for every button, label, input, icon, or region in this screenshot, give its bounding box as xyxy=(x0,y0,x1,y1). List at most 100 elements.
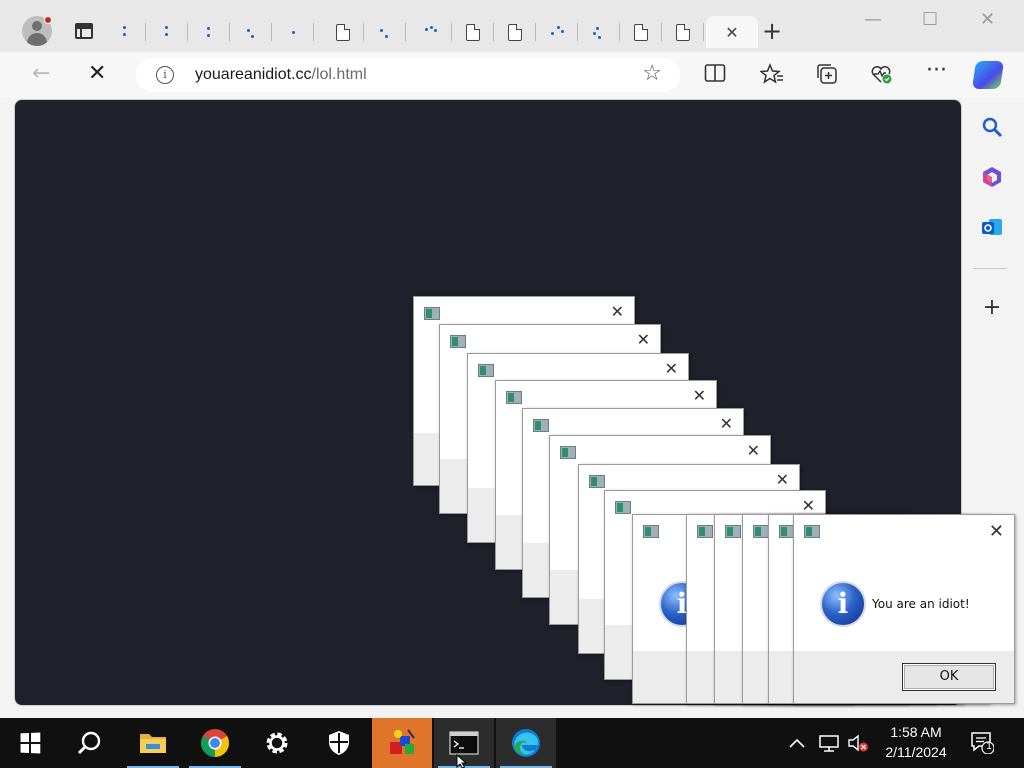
information-icon: i xyxy=(820,581,866,627)
dialog-message: You are an idiot! xyxy=(872,597,970,611)
close-icon[interactable]: ✕ xyxy=(693,387,706,405)
new-tab-button[interactable]: + xyxy=(762,19,782,43)
loading-spinner-icon xyxy=(201,24,217,40)
taskbar-clock[interactable]: 1:58 AM 2/11/2024 xyxy=(870,722,962,762)
app-window-icon xyxy=(533,419,549,432)
windows-security-icon xyxy=(329,731,349,755)
document-icon xyxy=(466,23,480,41)
browser-tab[interactable] xyxy=(494,16,536,48)
app-window-icon xyxy=(615,501,631,514)
browser-tab[interactable] xyxy=(188,16,230,48)
network-icon[interactable] xyxy=(818,718,840,768)
minimize-icon[interactable]: — xyxy=(864,10,882,30)
browser-tab[interactable] xyxy=(452,16,494,48)
stop-loading-icon[interactable]: ✕ xyxy=(88,61,106,87)
ok-button[interactable]: OK xyxy=(902,663,996,691)
close-icon[interactable]: ✕ xyxy=(776,471,789,489)
app-window-icon xyxy=(804,525,820,538)
taskbar-windows-security[interactable] xyxy=(309,718,369,768)
taskbar-search-button[interactable] xyxy=(60,718,120,768)
split-screen-icon[interactable] xyxy=(704,63,726,87)
window-close-icon[interactable]: ✕ xyxy=(980,10,995,30)
app-window-icon xyxy=(478,364,494,377)
app-window-icon xyxy=(753,525,769,538)
browser-tab[interactable] xyxy=(272,16,314,48)
taskbar-chrome[interactable] xyxy=(185,718,245,768)
search-icon[interactable] xyxy=(979,114,1005,140)
add-sidebar-app-icon[interactable]: + xyxy=(979,294,1005,320)
favorite-star-icon[interactable]: ☆ xyxy=(642,63,662,85)
maximize-icon[interactable]: ☐ xyxy=(922,10,938,30)
edge-icon xyxy=(512,729,540,757)
app-window-icon xyxy=(506,391,522,404)
loading-spinner-icon xyxy=(549,24,565,40)
terminal-icon xyxy=(449,731,479,755)
app-window-icon xyxy=(697,525,713,538)
loading-spinner-icon xyxy=(591,24,607,40)
app-window-icon xyxy=(589,475,605,488)
loading-spinner-icon xyxy=(159,24,175,40)
close-icon[interactable]: ✕ xyxy=(637,331,650,349)
settings-icon xyxy=(266,732,288,754)
outlook-icon[interactable] xyxy=(979,214,1005,240)
start-button[interactable] xyxy=(0,718,60,768)
browser-tab[interactable] xyxy=(410,16,452,48)
tab-actions-menu-icon[interactable] xyxy=(72,20,96,42)
dialog-footer: OK xyxy=(794,651,1014,703)
address-bar[interactable]: i youareanidiot.cc/lol.html ☆ xyxy=(136,58,680,92)
browser-tab[interactable] xyxy=(230,16,272,48)
close-icon[interactable]: ✕ xyxy=(747,442,760,460)
document-icon xyxy=(676,23,690,41)
windows-logo-icon xyxy=(20,732,41,754)
browser-toolbar: ← ✕ i youareanidiot.cc/lol.html ☆ ··· xyxy=(0,52,1024,98)
paint-app-icon xyxy=(390,729,415,754)
browser-essentials-icon[interactable] xyxy=(870,63,894,89)
dialog-close-icon[interactable]: ✕ xyxy=(989,523,1004,541)
notification-center-icon[interactable]: 1 xyxy=(970,730,995,755)
loading-spinner-icon xyxy=(285,24,301,40)
browser-tab[interactable] xyxy=(104,16,146,48)
app-window-icon xyxy=(725,525,741,538)
loading-spinner-icon xyxy=(117,24,133,40)
clock-date: 2/11/2024 xyxy=(885,744,947,760)
browser-tab[interactable] xyxy=(536,16,578,48)
document-icon xyxy=(508,23,522,41)
url-text[interactable]: youareanidiot.cc/lol.html xyxy=(195,66,367,84)
close-icon[interactable]: ✕ xyxy=(725,23,738,42)
more-options-icon[interactable]: ··· xyxy=(926,60,947,82)
app-window-icon xyxy=(450,335,466,348)
taskbar-file-explorer[interactable] xyxy=(123,718,183,768)
url-domain: youareanidiot.cc xyxy=(195,66,312,83)
favorites-icon[interactable] xyxy=(759,63,784,89)
close-icon[interactable]: ✕ xyxy=(665,360,678,378)
loading-spinner-icon xyxy=(423,24,439,40)
browser-tab-active[interactable]: ✕ xyxy=(706,16,758,48)
microsoft-365-icon[interactable] xyxy=(979,164,1005,190)
chevron-up-icon xyxy=(789,738,805,748)
browser-tab[interactable] xyxy=(578,16,620,48)
browser-tab[interactable] xyxy=(364,16,406,48)
copilot-icon[interactable] xyxy=(972,61,1004,89)
browser-tab[interactable] xyxy=(662,16,704,48)
taskbar-edge[interactable] xyxy=(496,718,556,768)
you-are-an-idiot-dialog[interactable]: ✕ i You are an idiot! OK xyxy=(793,514,1015,704)
tab-strip: ✕ + — ☐ ✕ xyxy=(0,0,1024,52)
browser-tab[interactable] xyxy=(322,16,364,48)
close-icon[interactable]: ✕ xyxy=(611,303,624,321)
back-arrow-icon[interactable]: ← xyxy=(32,62,50,86)
close-icon[interactable]: ✕ xyxy=(802,497,815,515)
document-icon xyxy=(634,23,648,41)
close-icon[interactable]: ✕ xyxy=(720,415,733,433)
volume-muted-icon[interactable] xyxy=(846,718,870,768)
browser-tab[interactable] xyxy=(620,16,662,48)
document-icon xyxy=(336,23,350,41)
browser-tab[interactable] xyxy=(146,16,188,48)
file-explorer-icon xyxy=(140,734,166,753)
taskbar-paint-app[interactable] xyxy=(372,718,432,768)
show-hidden-icons[interactable] xyxy=(788,718,806,768)
site-info-icon[interactable]: i xyxy=(156,66,174,84)
collections-icon[interactable] xyxy=(816,63,838,89)
taskbar-settings[interactable] xyxy=(247,718,307,768)
notification-count-badge: 1 xyxy=(986,741,992,752)
chrome-icon xyxy=(201,729,229,757)
